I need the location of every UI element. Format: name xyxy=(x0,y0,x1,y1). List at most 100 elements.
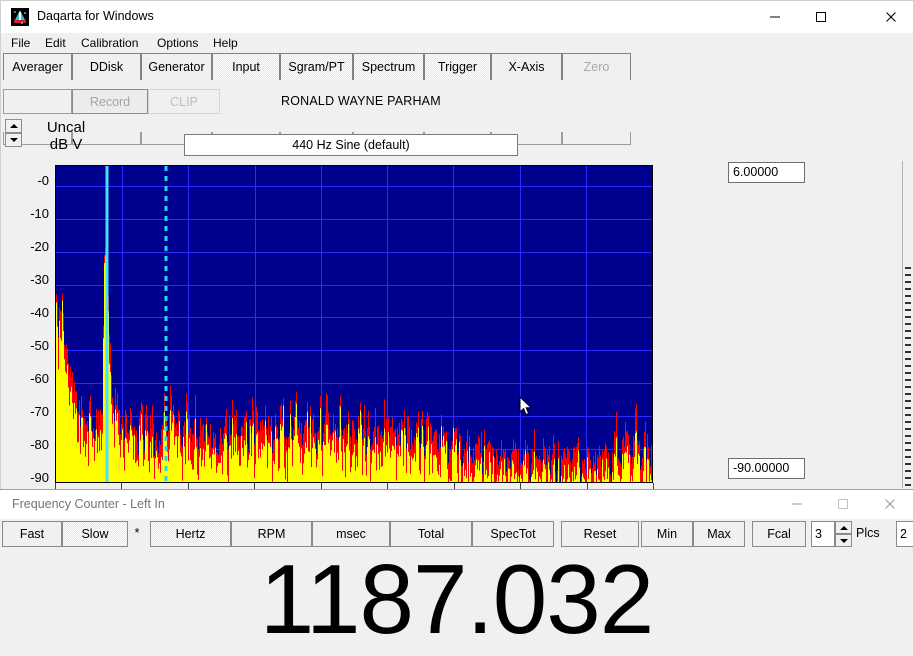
frequency-readout: 1187.032 xyxy=(0,552,913,646)
ruler-tick xyxy=(905,344,911,346)
menu-item-help[interactable]: Help xyxy=(209,34,242,52)
y-tick-label-70: -70 xyxy=(5,404,49,419)
ruler-tick xyxy=(905,400,911,402)
fc-button-fcal[interactable]: Fcal xyxy=(752,521,806,547)
ruler-tick xyxy=(905,407,911,409)
tab-zero: Zero xyxy=(562,53,631,80)
ruler-tick xyxy=(905,379,911,381)
ruler-tick xyxy=(905,393,911,395)
y-axis-units-label: Uncal dB V xyxy=(31,119,101,153)
license-owner-name: RONALD WAYNE PARHAM xyxy=(281,94,441,108)
ruler-tick xyxy=(905,309,911,311)
ruler-tick xyxy=(905,358,911,360)
close-button[interactable] xyxy=(867,1,913,32)
tab-spectrum[interactable]: Spectrum xyxy=(353,53,424,80)
ruler-tick xyxy=(905,316,911,318)
y-axis-units-line2: dB V xyxy=(31,136,101,153)
menu-item-calibration[interactable]: Calibration xyxy=(77,34,142,52)
y-min-value-field[interactable]: -90.00000 xyxy=(728,458,805,479)
fc-plcs-up-button[interactable] xyxy=(835,521,852,534)
ruler-tick xyxy=(905,274,911,276)
maximize-button[interactable] xyxy=(798,1,844,32)
main-titlebar: Daqarta for Windows xyxy=(1,1,913,33)
tab-generator[interactable]: Generator xyxy=(141,53,212,80)
main-window: Daqarta for Windows File Edit Calibratio… xyxy=(0,0,913,489)
menu-bar: File Edit Calibration Options Help xyxy=(1,33,913,53)
ruler-tick xyxy=(905,337,911,339)
menu-item-file[interactable]: File xyxy=(7,34,34,52)
fc-button-max[interactable]: Max xyxy=(693,521,745,547)
ruler-tick xyxy=(905,295,911,297)
right-edge-scale-ruler xyxy=(904,161,913,488)
ruler-tick xyxy=(905,477,911,479)
ruler-tick xyxy=(905,456,911,458)
tab-input[interactable]: Input xyxy=(212,53,280,80)
y-tick-label-10: -10 xyxy=(5,206,49,221)
spectrum-plot-svg xyxy=(56,166,652,482)
ruler-tick xyxy=(905,435,911,437)
ruler-tick xyxy=(905,484,911,486)
y-tick-label-40: -40 xyxy=(5,305,49,320)
ruler-tick xyxy=(905,372,911,374)
generator-title-field[interactable]: 440 Hz Sine (default) xyxy=(184,134,518,156)
main-window-title: Daqarta for Windows xyxy=(37,9,154,23)
ruler-tick xyxy=(905,351,911,353)
fc-extra-field[interactable]: 2 xyxy=(896,521,913,547)
frequency-counter-title: Frequency Counter - Left In xyxy=(12,497,165,511)
frequency-counter-window: Frequency Counter - Left In Fast Slow * … xyxy=(0,489,913,656)
y-axis-units-line1: Uncal xyxy=(31,119,101,136)
fc-button-slow[interactable]: Slow xyxy=(62,521,128,547)
tab-ddisk[interactable]: DDisk xyxy=(72,53,141,80)
ruler-tick xyxy=(905,449,911,451)
y-tick-label-50: -50 xyxy=(5,338,49,353)
ruler-tick xyxy=(905,267,911,269)
fc-button-hertz[interactable]: Hertz xyxy=(150,521,231,547)
minimize-button[interactable] xyxy=(752,1,798,32)
y-scale-up-button[interactable] xyxy=(5,119,22,133)
ruler-tick xyxy=(905,442,911,444)
y-tick-label-60: -60 xyxy=(5,371,49,386)
tab-averager[interactable]: Averager xyxy=(3,53,72,80)
y-scale-stepper[interactable] xyxy=(5,119,22,147)
fc-plcs-label: Plcs xyxy=(856,521,880,547)
ruler-tick xyxy=(905,386,911,388)
fc-minimize-button[interactable] xyxy=(774,490,820,518)
ruler-tick xyxy=(905,365,911,367)
ruler-tick xyxy=(905,323,911,325)
clip-button: CLIP xyxy=(148,89,220,114)
ruler-tick xyxy=(905,470,911,472)
fc-button-fast[interactable]: Fast xyxy=(2,521,62,547)
fc-plcs-field[interactable]: 3 xyxy=(811,521,835,547)
y-tick-label-80: -80 xyxy=(5,437,49,452)
fc-maximize-button[interactable] xyxy=(820,490,866,518)
fc-close-button[interactable] xyxy=(866,490,913,518)
y-scale-down-button[interactable] xyxy=(5,133,22,147)
tab-x-axis[interactable]: X-Axis xyxy=(491,53,562,80)
fc-star-indicator: * xyxy=(128,521,146,547)
ruler-tick xyxy=(905,288,911,290)
blank-button[interactable] xyxy=(3,89,72,114)
y-tick-label-20: -20 xyxy=(5,239,49,254)
application-root: Daqarta for Windows File Edit Calibratio… xyxy=(0,0,913,656)
right-panel-divider xyxy=(902,161,903,488)
spectrum-plot[interactable] xyxy=(55,165,653,483)
ruler-tick xyxy=(905,421,911,423)
y-tick-label-0: -0 xyxy=(5,173,49,188)
ruler-tick xyxy=(905,463,911,465)
tab-sgram-pt[interactable]: Sgram/PT xyxy=(280,53,353,80)
ruler-tick xyxy=(905,302,911,304)
fc-plcs-down-button[interactable] xyxy=(835,534,852,547)
transport-toolbar: Record CLIP RONALD WAYNE PARHAM xyxy=(1,89,913,116)
menu-item-options[interactable]: Options xyxy=(153,34,202,52)
ruler-tick xyxy=(905,330,911,332)
y-max-value-field[interactable]: 6.00000 xyxy=(728,162,805,183)
ruler-tick xyxy=(905,281,911,283)
tab-underbar-zero[interactable] xyxy=(562,132,631,145)
menu-item-edit[interactable]: Edit xyxy=(41,34,70,52)
module-tab-strip: Averager DDisk Generator Input Sgram/PT … xyxy=(1,53,913,81)
y-tick-label-30: -30 xyxy=(5,272,49,287)
frequency-counter-titlebar: Frequency Counter - Left In xyxy=(0,490,913,519)
tab-trigger[interactable]: Trigger xyxy=(424,53,491,80)
ruler-tick xyxy=(905,428,911,430)
fc-plcs-stepper[interactable] xyxy=(835,521,852,547)
